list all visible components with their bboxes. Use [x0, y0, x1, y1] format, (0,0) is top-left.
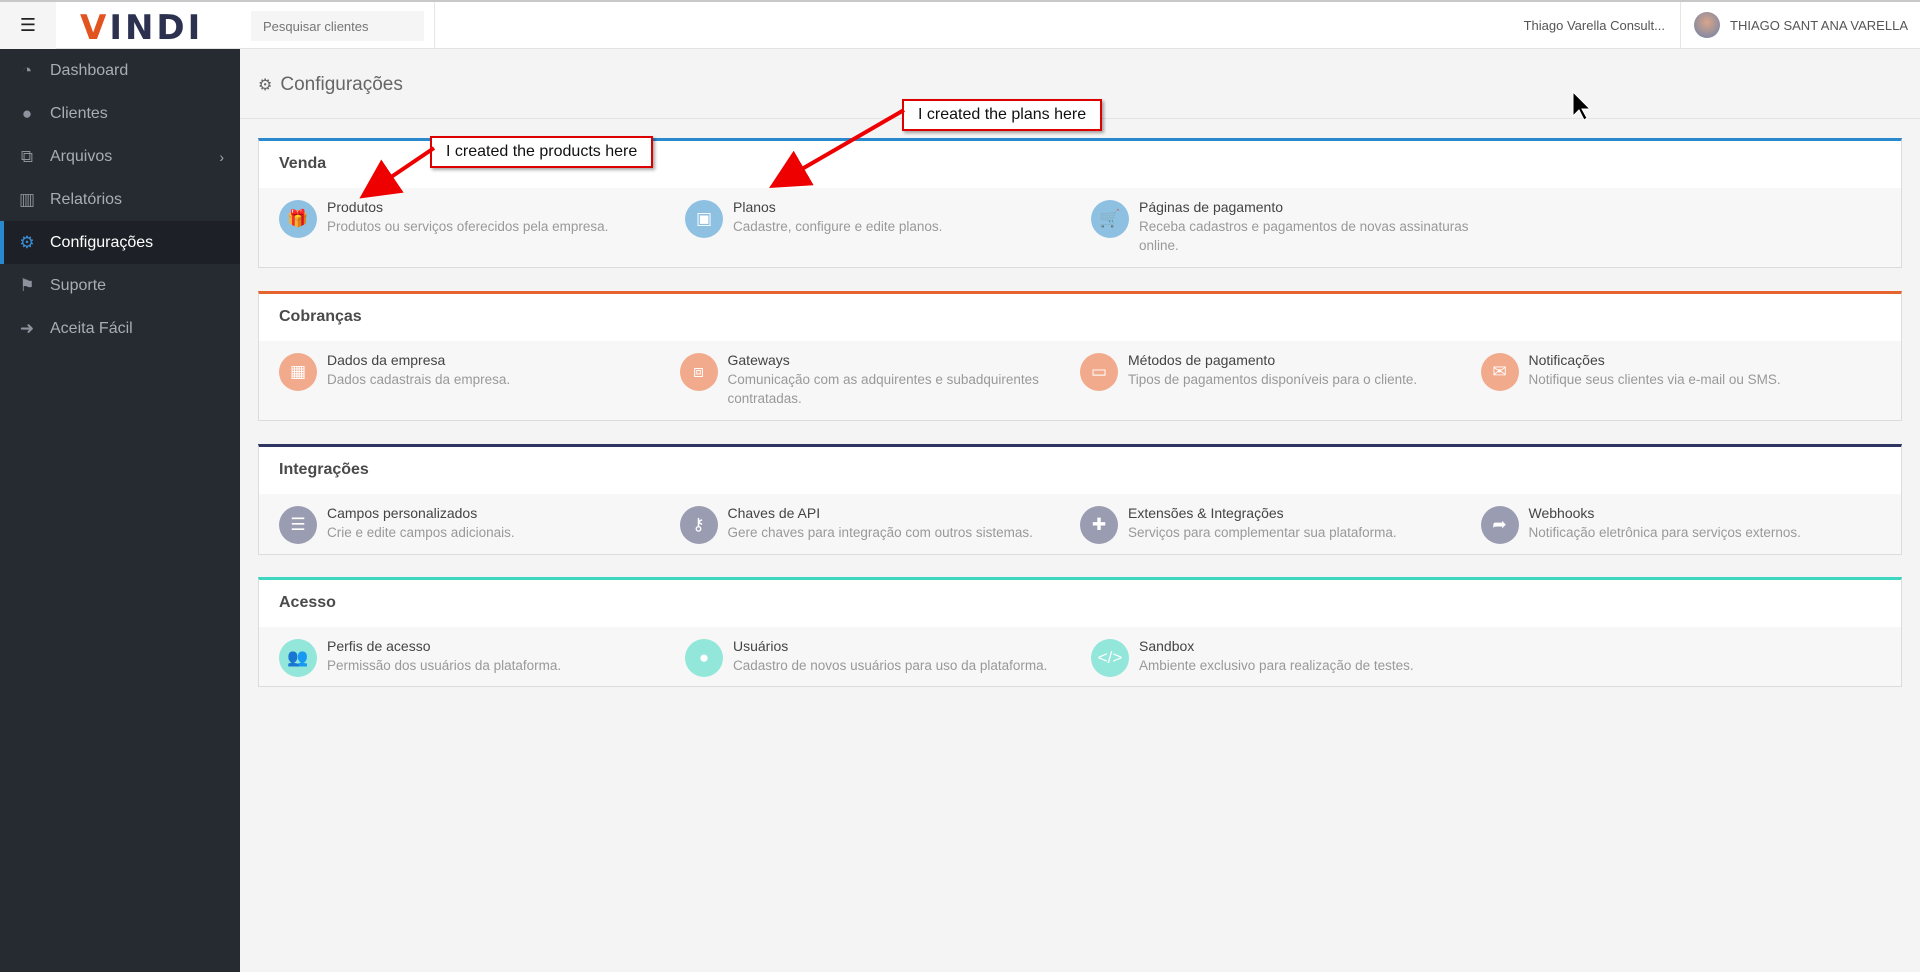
item-title[interactable]: Métodos de pagamento	[1128, 351, 1468, 370]
sidebar-item-relatorios[interactable]: ▥ Relatórios	[0, 178, 240, 221]
settings-item[interactable]: ✚ Extensões & Integrações Serviços para …	[1080, 504, 1481, 544]
item-title[interactable]: Webhooks	[1529, 504, 1869, 523]
item-description: Dados cadastrais da empresa.	[327, 372, 511, 387]
sidebar-item-dashboard[interactable]: ◔ Dashboard	[0, 49, 240, 92]
annotation-products: I created the products here	[430, 136, 654, 168]
bar-chart-icon: ▥	[18, 189, 36, 209]
gift-icon: 🎁	[279, 200, 317, 238]
user-icon: ●	[21, 103, 33, 123]
sidebar-item-label: Clientes	[50, 104, 108, 122]
settings-item[interactable]: ➦ Webhooks Notificação eletrônica para s…	[1480, 504, 1882, 544]
puzzle-icon: ✚	[1080, 506, 1118, 544]
company-selector[interactable]: Thiago Varella Consult...	[1524, 18, 1665, 33]
sidebar-item-arquivos[interactable]: ⧉ Arquivos ›	[0, 135, 240, 178]
item-title[interactable]: Usuários	[733, 637, 1073, 656]
item-title[interactable]: Chaves de API	[728, 504, 1068, 523]
building-icon: ▦	[279, 353, 317, 391]
sidebar-item-label: Dashboard	[50, 61, 129, 79]
item-title[interactable]: Produtos	[327, 198, 667, 217]
item-title[interactable]: Notificações	[1529, 351, 1869, 370]
item-title[interactable]: Planos	[733, 198, 1073, 217]
annotation-plans: I created the plans here	[902, 99, 1103, 131]
sidebar: ◔ Dashboard ● Clientes ⧉ Arquivos › ▥ Relatórios…	[0, 49, 240, 972]
item-title[interactable]: Extensões & Integrações	[1128, 504, 1468, 523]
user-menu[interactable]: THIAGO SANT ANA VARELLA	[1694, 12, 1908, 38]
sidebar-item-label: Configurações	[50, 233, 154, 251]
settings-item[interactable]: ▦ Dados da empresa Dados cadastrais da e…	[279, 351, 680, 408]
item-title[interactable]: Dados da empresa	[327, 351, 667, 370]
credit-card-icon: ▭	[1080, 353, 1118, 391]
item-description: Crie e edite campos adicionais.	[327, 525, 515, 540]
sidebar-item-suporte[interactable]: ⚑ Suporte	[0, 264, 240, 307]
item-title[interactable]: Sandbox	[1139, 637, 1479, 656]
item-description: Ambiente exclusivo para realização de te…	[1139, 658, 1414, 673]
sidebar-toggle-button[interactable]: ☰	[0, 2, 56, 49]
page-title: ⚙ Configurações	[258, 74, 403, 95]
settings-item[interactable]: ☰ Campos personalizados Crie e edite cam…	[279, 504, 680, 544]
files-icon: ⧉	[20, 146, 34, 166]
section-title: Acesso	[259, 580, 1901, 627]
cart-icon: 🛒	[1091, 200, 1129, 238]
table-icon: ☰	[279, 506, 317, 544]
settings-item[interactable]: </> Sandbox Ambiente exclusivo para real…	[1091, 637, 1497, 677]
item-title[interactable]: Campos personalizados	[327, 504, 667, 523]
gears-icon: ⚙	[258, 77, 273, 94]
users-icon: 👥	[279, 639, 317, 677]
item-description: Comunicação com as adquirentes e subadqu…	[727, 372, 1039, 406]
settings-item[interactable]: ▣ Planos Cadastre, configure e edite pla…	[685, 198, 1091, 255]
section-cobrancas: Cobranças ▦ Dados da empresa Dados cadas…	[258, 291, 1902, 421]
sidebar-item-label: Arquivos	[50, 147, 113, 165]
settings-item[interactable]: ▭ Métodos de pagamento Tipos de pagament…	[1080, 351, 1481, 408]
item-title[interactable]: Páginas de pagamento	[1139, 198, 1479, 217]
sidebar-item-label: Relatórios	[50, 190, 123, 208]
code-icon: </>	[1091, 639, 1129, 677]
item-description: Receba cadastros e pagamentos de novas a…	[1139, 219, 1469, 253]
sidebar-item-aceita-facil[interactable]: ➜ Aceita Fácil	[0, 307, 240, 350]
gears-icon: ⚙	[19, 232, 35, 252]
sidebar-item-clientes[interactable]: ● Clientes	[0, 92, 240, 135]
sign-in-icon: ➜	[19, 318, 35, 338]
settings-item[interactable]: ● Usuários Cadastro de novos usuários pa…	[685, 637, 1091, 677]
section-title: Cobranças	[259, 294, 1901, 341]
settings-item[interactable]: 🛒 Páginas de pagamento Receba cadastros …	[1091, 198, 1497, 255]
item-description: Permissão dos usuários da plataforma.	[327, 658, 562, 673]
sitemap-icon: ⧈	[679, 353, 718, 391]
mouse-cursor-icon	[1572, 90, 1592, 121]
section-title: Integrações	[259, 447, 1901, 494]
sidebar-item-label: Suporte	[50, 276, 107, 294]
top-bar: ☰ VINDI Thiago Varella Consult... THIAGO…	[0, 0, 1920, 49]
item-title[interactable]: Gateways	[728, 351, 1068, 370]
settings-item[interactable]: 👥 Perfis de acesso Permissão dos usuário…	[279, 637, 685, 677]
section-integracoes: Integrações ☰ Campos personalizados Crie…	[258, 444, 1902, 555]
user-name: THIAGO SANT ANA VARELLA	[1730, 17, 1908, 33]
item-description: Notifique seus clientes via e-mail ou SM…	[1528, 372, 1781, 387]
search-clients-input[interactable]	[251, 11, 424, 41]
settings-item[interactable]: 🎁 Produtos Produtos ou serviços oferecid…	[279, 198, 685, 255]
avatar	[1694, 12, 1721, 38]
section-acesso: Acesso 👥 Perfis de acesso Permissão dos …	[258, 577, 1902, 687]
sidebar-item-configuracoes[interactable]: ⚙ Configurações	[0, 221, 240, 264]
item-description: Notificação eletrônica para serviços ext…	[1528, 525, 1801, 540]
item-description: Cadastro de novos usuários para uso da p…	[733, 658, 1048, 673]
chevron-right-icon: ›	[219, 148, 224, 165]
item-description: Produtos ou serviços oferecidos pela emp…	[327, 219, 609, 234]
dashboard-icon: ◔	[21, 60, 33, 80]
share-icon: ➦	[1480, 506, 1519, 544]
calendar-icon: ▣	[685, 200, 723, 238]
item-description: Cadastre, configure e edite planos.	[733, 219, 943, 234]
sidebar-item-label: Aceita Fácil	[50, 319, 133, 337]
item-description: Tipos de pagamentos disponíveis para o c…	[1128, 372, 1418, 387]
settings-item[interactable]: ⚷ Chaves de API Gere chaves para integra…	[679, 504, 1081, 544]
item-title[interactable]: Perfis de acesso	[327, 637, 667, 656]
item-description: Serviços para complementar sua plataform…	[1128, 525, 1397, 540]
settings-item[interactable]: ✉ Notificações Notifique seus clientes v…	[1480, 351, 1882, 408]
item-description: Gere chaves para integração com outros s…	[727, 525, 1033, 540]
envelope-icon: ✉	[1480, 353, 1519, 391]
flag-icon: ⚑	[19, 275, 35, 295]
user-icon: ●	[685, 639, 723, 677]
settings-item[interactable]: ⧈ Gateways Comunicação com as adquirente…	[679, 351, 1081, 408]
vindi-logo[interactable]: VINDI	[80, 8, 203, 48]
key-icon: ⚷	[679, 506, 718, 544]
